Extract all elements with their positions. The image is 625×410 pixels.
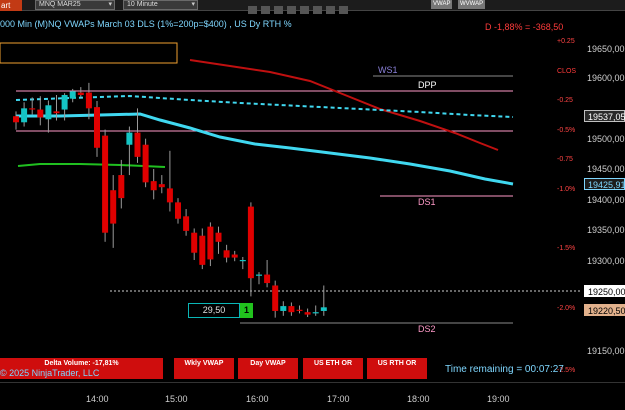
candle-down <box>207 226 214 260</box>
price-tag-position: 19220,50 <box>584 304 625 316</box>
candle-down <box>288 306 295 313</box>
price-tag-last: 19250,00 <box>584 285 625 297</box>
candle-down <box>183 216 190 231</box>
candle-up <box>21 108 28 123</box>
daily-pnl: D -1,88% = -368,50 <box>485 22 564 32</box>
candle-down <box>264 274 271 284</box>
price-tag-vwap: 19425,91 <box>584 178 625 190</box>
candle-up <box>320 307 327 311</box>
price-axis-label: 19400,00 <box>587 195 625 205</box>
pct-label: -1.0% <box>557 186 576 193</box>
candle-down <box>13 116 19 123</box>
candle-down <box>247 206 254 279</box>
candle-down <box>102 135 109 233</box>
pct-label: +0.25 <box>557 38 575 45</box>
candle-down <box>215 232 222 242</box>
candle-down <box>134 132 141 157</box>
candle-down <box>272 285 279 311</box>
time-axis-label: 16:00 <box>246 394 269 404</box>
chart-title: 000 Min (M)NQ VWAPs March 03 DLS (1%=200… <box>0 19 292 29</box>
candle-down <box>85 92 92 109</box>
wkly-vwap-button[interactable]: Wkly VWAP <box>174 358 234 379</box>
price-axis-label: 19150,00 <box>587 346 625 356</box>
candle-up <box>280 306 287 311</box>
candle-down <box>29 108 36 110</box>
price-axis-label: 19450,00 <box>587 164 625 174</box>
us-rth-or-button[interactable]: US RTH OR <box>367 358 427 379</box>
candle-up <box>256 274 262 276</box>
time-axis-label: 19:00 <box>487 394 510 404</box>
price-chart[interactable] <box>0 0 625 410</box>
price-axis-label: 19600,00 <box>587 73 625 83</box>
candle-down <box>150 181 157 191</box>
candle-down <box>231 254 238 258</box>
candle-down <box>223 250 230 258</box>
time-axis-label: 14:00 <box>86 394 109 404</box>
candle-down <box>110 190 117 224</box>
price-axis-label: 19300,00 <box>587 256 625 266</box>
opening-range-box <box>0 42 178 64</box>
us-eth-or-button[interactable]: US ETH OR <box>303 358 363 379</box>
copyright: © 2025 NinjaTrader, LLC <box>0 368 100 378</box>
price-axis-label: 19350,00 <box>587 225 625 235</box>
candle-up <box>126 132 133 145</box>
candle-up <box>45 105 52 120</box>
candle-down <box>296 309 303 311</box>
candle-down <box>142 144 149 183</box>
candle-down <box>158 184 165 188</box>
candle-down <box>191 232 198 253</box>
dpp-label: DPP <box>418 80 437 90</box>
ds1-label: DS1 <box>418 197 436 207</box>
time-remaining: Time remaining = 00:07:27 <box>445 364 564 375</box>
candle-down <box>199 235 206 265</box>
time-axis: 14:00 15:00 16:00 17:00 18:00 19:00 <box>0 382 625 410</box>
candle-up <box>69 91 76 99</box>
price-axis-label: 19500,00 <box>587 134 625 144</box>
candlestick-series <box>13 82 327 318</box>
day-vwap-line <box>16 112 514 186</box>
pct-label: -0.75 <box>557 156 573 163</box>
candle-down <box>118 175 125 199</box>
ws1-label: WS1 <box>378 65 398 75</box>
pct-label: -2.0% <box>557 305 576 312</box>
candle-down <box>37 109 44 118</box>
pct-label: -0.25 <box>557 97 573 104</box>
candle-down <box>175 202 181 219</box>
candle-up <box>61 94 68 110</box>
candle-down <box>304 312 311 315</box>
candle-up <box>239 260 246 262</box>
time-axis-label: 17:00 <box>327 394 350 404</box>
candle-down <box>94 107 100 148</box>
position-price-box[interactable]: 29,50 <box>188 303 240 318</box>
candle-down <box>53 111 60 114</box>
candle-up <box>312 312 319 314</box>
position-qty-badge[interactable]: 1 <box>240 303 253 318</box>
candle-down <box>166 188 173 203</box>
clos-label: CLOS <box>557 68 577 75</box>
candle-down <box>77 92 84 95</box>
price-axis-label: 19650,00 <box>587 44 625 54</box>
ds2-label: DS2 <box>418 324 436 334</box>
time-axis-label: 15:00 <box>165 394 188 404</box>
price-tag-upper-band: 19537,05 <box>584 110 625 122</box>
weekly-vwap-line <box>189 59 499 151</box>
time-axis-label: 18:00 <box>407 394 430 404</box>
pct-label: -0.5% <box>557 127 576 134</box>
pct-label: -1.5% <box>557 245 576 252</box>
day-vwap-button[interactable]: Day VWAP <box>238 358 298 379</box>
